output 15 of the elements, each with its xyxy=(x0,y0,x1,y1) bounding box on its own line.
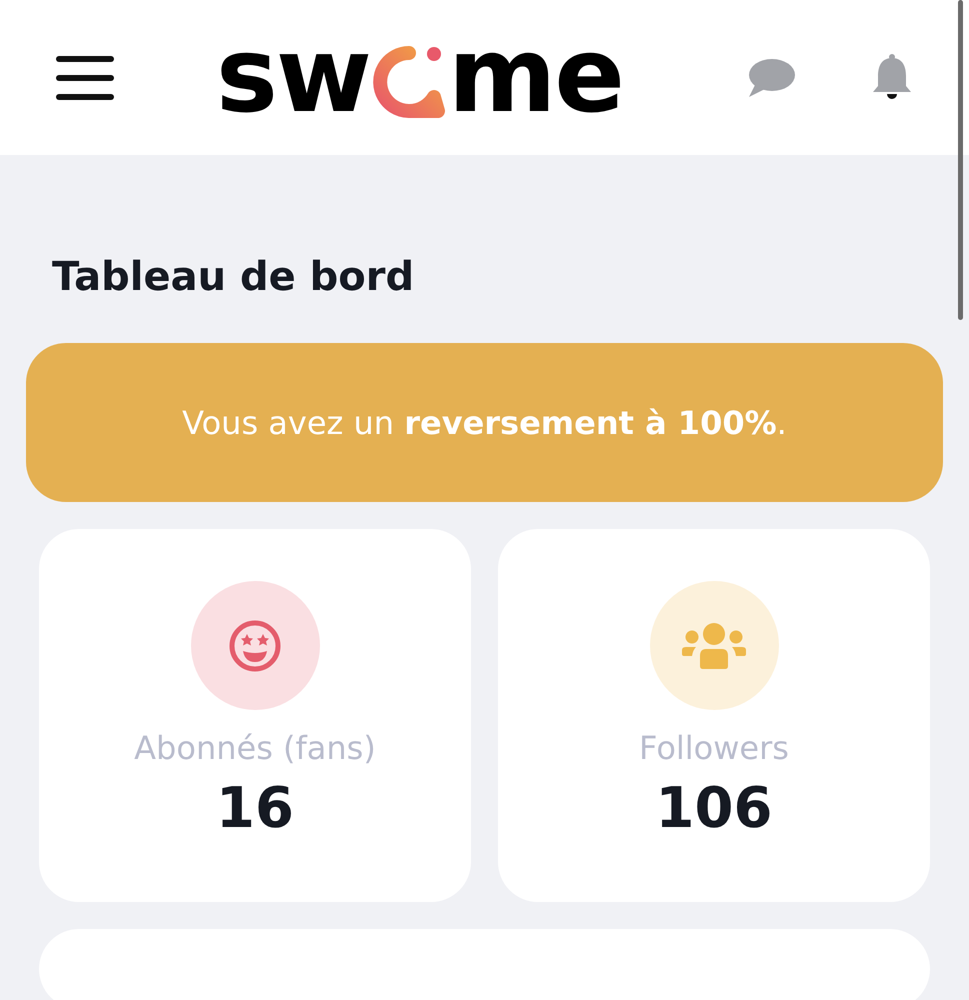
logo-text: me xyxy=(448,22,623,126)
page-title: Tableau de bord xyxy=(51,253,416,297)
logo-ring-icon xyxy=(372,44,446,118)
stat-label: Followers xyxy=(639,728,789,768)
banner-text: Vous avez un reversement à 100%. xyxy=(182,402,787,444)
menu-icon[interactable] xyxy=(56,54,114,102)
chat-bubble-icon[interactable] xyxy=(747,56,795,98)
bell-icon[interactable] xyxy=(871,54,913,102)
stat-label: Abonnés (fans) xyxy=(134,728,376,768)
scrollbar[interactable] xyxy=(958,0,963,320)
stat-value: 106 xyxy=(656,775,772,843)
stat-value: 16 xyxy=(216,775,294,843)
star-eyes-face-icon xyxy=(229,620,281,672)
logo-text: sw xyxy=(216,22,370,126)
people-group-icon xyxy=(682,622,746,668)
